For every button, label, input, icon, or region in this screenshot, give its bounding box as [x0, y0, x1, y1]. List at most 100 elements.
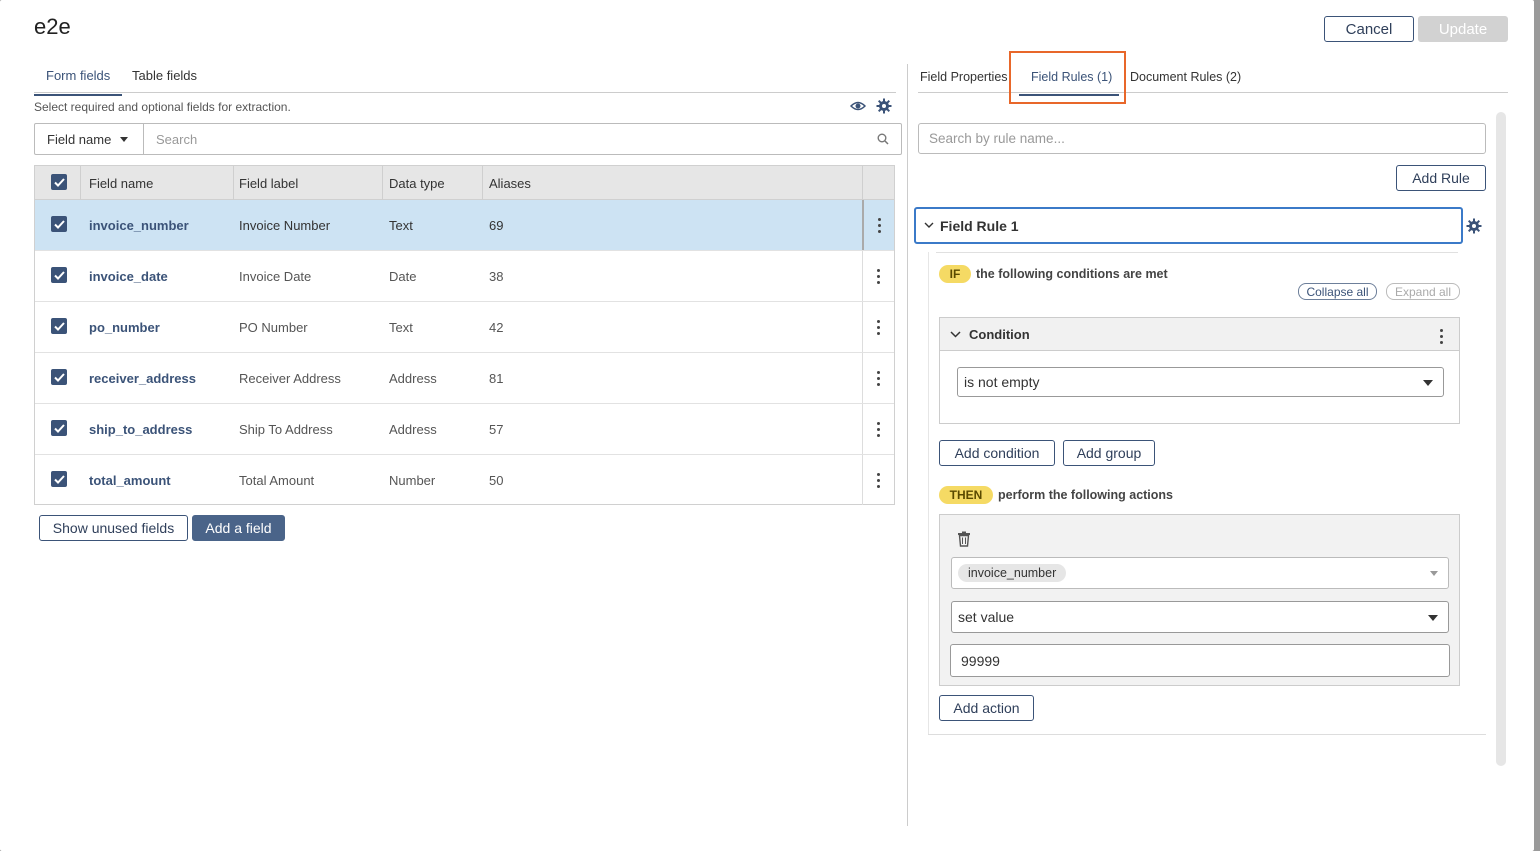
add-field-button[interactable]: Add a field: [192, 515, 285, 541]
divider: [936, 252, 1458, 253]
field-label: PO Number: [239, 320, 308, 335]
trash-icon[interactable]: [957, 531, 971, 547]
table-row[interactable]: invoice_date Invoice Date Date 38: [35, 251, 894, 302]
table-row[interactable]: receiver_address Receiver Address Addres…: [35, 353, 894, 404]
eye-icon[interactable]: [850, 99, 866, 113]
aliases-count: 81: [489, 371, 504, 386]
more-options-icon[interactable]: [862, 200, 894, 250]
more-options-icon[interactable]: [1440, 327, 1443, 345]
field-filter-label: Field name: [47, 131, 112, 147]
tab-field-properties[interactable]: Field Properties: [920, 70, 1008, 84]
add-action-button[interactable]: Add action: [939, 695, 1034, 721]
add-rule-button[interactable]: Add Rule: [1396, 165, 1486, 191]
field-label: Ship To Address: [239, 422, 333, 437]
action-field-chip: invoice_number: [958, 564, 1067, 582]
extraction-hint: Select required and optional fields for …: [34, 100, 291, 114]
column-divider: [233, 166, 234, 200]
data-type: Text: [389, 320, 413, 335]
condition-panel: Condition is not empty: [939, 317, 1460, 424]
gear-icon[interactable]: [1466, 218, 1482, 234]
tab-form-fields[interactable]: Form fields: [33, 68, 123, 96]
chevron-down-icon: [1423, 380, 1433, 386]
table-row[interactable]: po_number PO Number Text 42: [35, 302, 894, 353]
condition-header[interactable]: Condition: [940, 318, 1459, 351]
add-condition-button[interactable]: Add condition: [939, 440, 1055, 466]
field-name: receiver_address: [89, 371, 196, 386]
tab-document-rules[interactable]: Document Rules (2): [1130, 70, 1241, 84]
table-row[interactable]: invoice_number Invoice Number Text 69: [35, 200, 894, 251]
then-description: perform the following actions: [998, 488, 1174, 502]
field-name: po_number: [89, 320, 160, 335]
field-search-bar: Field name Search: [34, 123, 902, 155]
row-checkbox[interactable]: [51, 216, 67, 232]
action-type-select[interactable]: set value: [951, 601, 1449, 633]
divider: [928, 734, 1486, 735]
show-unused-fields-button[interactable]: Show unused fields: [39, 515, 188, 541]
chevron-down-icon: [120, 136, 129, 142]
col-header-data-type[interactable]: Data type: [389, 176, 445, 191]
dialog-title: e2e: [34, 14, 71, 39]
expand-all-button[interactable]: Expand all: [1386, 283, 1460, 300]
row-checkbox[interactable]: [51, 369, 67, 385]
field-label: Invoice Date: [239, 269, 312, 284]
row-checkbox[interactable]: [51, 420, 67, 436]
search-icon[interactable]: [877, 124, 901, 154]
rule-search-input[interactable]: Search by rule name...: [918, 123, 1486, 154]
row-checkbox[interactable]: [51, 318, 67, 334]
row-checkbox[interactable]: [51, 471, 67, 487]
update-button[interactable]: Update: [1418, 16, 1508, 42]
column-divider: [80, 166, 81, 200]
more-options-icon[interactable]: [862, 404, 894, 454]
field-label: Total Amount: [239, 473, 315, 488]
tab-table-fields[interactable]: Table fields: [132, 68, 197, 91]
action-type-value: set value: [958, 609, 1015, 625]
more-options-icon[interactable]: [862, 455, 894, 505]
action-field-select[interactable]: invoice_number: [951, 557, 1449, 589]
data-type: Number: [389, 473, 436, 488]
aliases-count: 42: [489, 320, 504, 335]
collapse-all-button[interactable]: Collapse all: [1298, 283, 1377, 300]
col-header-field-label[interactable]: Field label: [239, 176, 298, 191]
action-panel: invoice_number set value 99999: [939, 514, 1460, 686]
col-header-field-name[interactable]: Field name: [89, 176, 153, 191]
select-all-checkbox[interactable]: [51, 174, 67, 190]
data-type: Date: [389, 269, 417, 284]
field-filter-select[interactable]: Field name: [35, 124, 144, 154]
cancel-button[interactable]: Cancel: [1324, 16, 1414, 42]
data-type: Address: [389, 422, 437, 437]
aliases-count: 57: [489, 422, 504, 437]
more-options-icon[interactable]: [862, 353, 894, 403]
field-search-input[interactable]: Search: [144, 124, 877, 154]
field-rule-header[interactable]: Field Rule 1: [914, 207, 1463, 244]
field-label: Invoice Number: [239, 218, 331, 233]
condition-title: Condition: [969, 326, 1030, 342]
action-value-input[interactable]: 99999: [950, 644, 1450, 677]
row-checkbox[interactable]: [51, 267, 67, 283]
aliases-count: 38: [489, 269, 504, 284]
if-badge: IF: [939, 265, 971, 283]
field-label: Receiver Address: [239, 371, 341, 386]
condition-operator-value: is not empty: [964, 374, 1040, 390]
column-divider: [482, 166, 483, 200]
add-group-button[interactable]: Add group: [1063, 440, 1155, 466]
if-description: the following conditions are met: [976, 267, 1168, 281]
chevron-down-icon: [950, 330, 961, 338]
field-name: total_amount: [89, 473, 171, 488]
then-badge: THEN: [939, 486, 993, 504]
scrollbar[interactable]: [1496, 112, 1506, 766]
table-row[interactable]: total_amount Total Amount Number 50: [35, 455, 894, 506]
field-rule-title: Field Rule 1: [940, 217, 1019, 234]
pane-divider: [907, 64, 908, 826]
more-options-icon[interactable]: [862, 251, 894, 301]
data-type: Text: [389, 218, 413, 233]
col-header-aliases[interactable]: Aliases: [489, 176, 531, 191]
more-options-icon[interactable]: [862, 302, 894, 352]
highlight-annotation: [1009, 51, 1126, 104]
condition-operator-select[interactable]: is not empty: [957, 367, 1444, 397]
gear-icon[interactable]: [876, 98, 892, 114]
right-tabs: Field Properties Field Rules (1) Documen…: [918, 64, 1508, 93]
left-tabs: Form fields Table fields: [33, 64, 896, 96]
table-row[interactable]: ship_to_address Ship To Address Address …: [35, 404, 894, 455]
backdrop-edge: [1534, 6, 1540, 851]
aliases-count: 69: [489, 218, 504, 233]
